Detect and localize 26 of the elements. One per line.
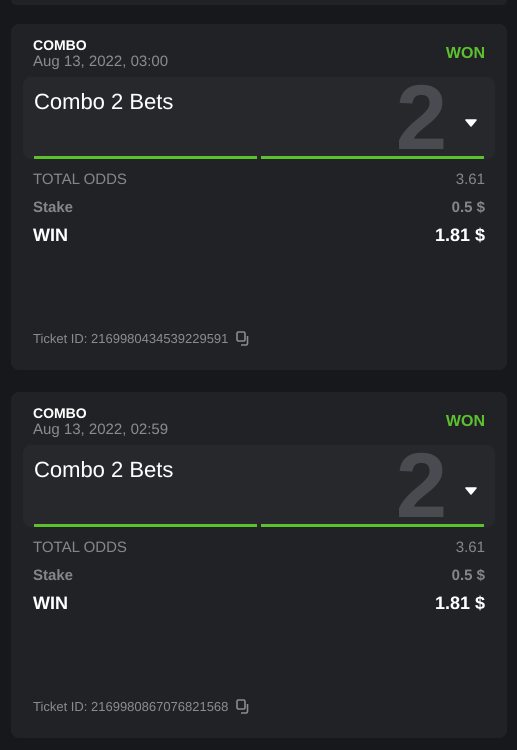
row-label: Stake [33,199,74,216]
ticket-id: Ticket ID: 2169980867076821568 [33,699,228,714]
row-label: WIN [33,225,68,246]
caret-icon[interactable] [465,487,477,495]
combo-title: Combo 2 Bets [34,457,174,482]
row-value: 0.5 $ [452,199,485,216]
row-label: Stake [33,567,74,584]
ticket-id: Ticket ID: 2169980434539229591 [33,331,228,346]
status-label: WON [446,413,485,431]
row-value: 1.81 $ [434,593,485,614]
row-value: 1.81 $ [434,225,485,246]
bet-type: COMBO [33,405,88,421]
row-value: 0.5 $ [452,567,485,584]
copy-icon[interactable] [236,331,250,346]
combo-title: Combo 2 Bets [34,89,174,114]
caret-icon[interactable] [465,119,477,127]
bet-date: Aug 13, 2022, 03:00 [33,53,168,71]
copy-icon[interactable] [236,699,250,714]
row-label: TOTAL ODDS [33,539,127,556]
row-label: TOTAL ODDS [33,171,127,188]
row-value: 3.61 [456,539,485,556]
bet-type: COMBO [33,37,88,53]
bet-date: Aug 13, 2022, 02:59 [33,421,168,439]
row-value: 3.61 [456,171,485,188]
status-label: WON [446,45,485,63]
row-label: WIN [33,593,68,614]
